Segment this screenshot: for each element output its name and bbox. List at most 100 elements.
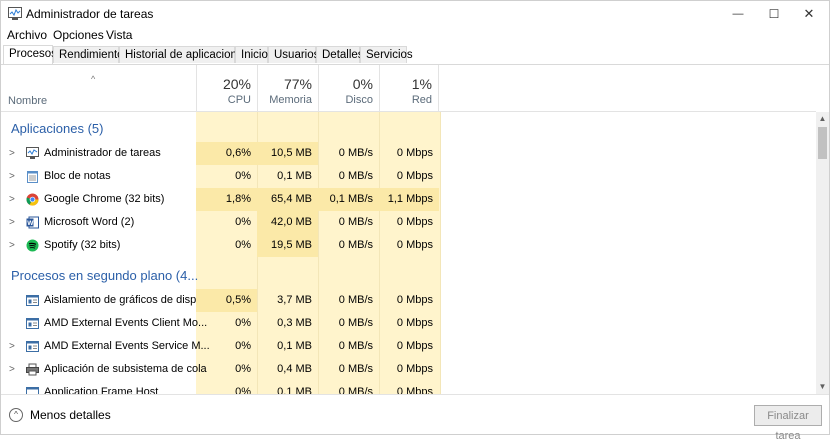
notepad-icon (27, 171, 38, 183)
disk-cell: 0 MB/s (338, 317, 373, 329)
process-list: Aplicaciones (5) > Administrador de tare… (1, 112, 816, 394)
tab-detalles[interactable]: Detalles (316, 46, 364, 63)
menu-vista[interactable]: Vista (106, 28, 132, 42)
disk-cell: 0,1 MB/s (318, 188, 379, 211)
task-manager-icon (8, 7, 22, 20)
system-process-icon (26, 318, 39, 329)
disk-cell: 0 MB/s (338, 294, 373, 306)
network-cell: 0 Mbps (396, 239, 433, 251)
printer-icon (26, 363, 39, 376)
network-cell: 0 Mbps (396, 363, 433, 375)
process-name: Administrador de tareas (44, 147, 161, 159)
end-task-button[interactable]: Finalizar tarea (754, 405, 822, 442)
table-row[interactable]: > Administrador de tareas 0,6% 10,5 MB 0… (1, 142, 816, 165)
table-row[interactable]: > Aplicación de subsistema de cola 0% 0,… (1, 358, 816, 381)
cpu-cell: 0% (235, 216, 251, 228)
header-name[interactable]: Nombre (8, 95, 47, 107)
maximize-icon: ☐ (768, 7, 780, 21)
network-cell: 0 Mbps (396, 294, 433, 306)
network-percent: 1% (411, 76, 432, 92)
title-bar[interactable]: Administrador de tareas — ☐ ✕ (1, 1, 829, 27)
network-cell: 0 Mbps (396, 216, 433, 228)
process-name: Application Frame Host (44, 386, 159, 394)
process-name: AMD External Events Client Mo... (44, 317, 208, 329)
process-name: Microsoft Word (2) (44, 216, 135, 228)
disk-cell: 0 MB/s (338, 239, 373, 251)
tab-procesos[interactable]: Procesos (3, 45, 57, 64)
disk-cell: 0 MB/s (338, 340, 373, 352)
cpu-cell: 0% (235, 340, 251, 352)
table-row[interactable]: > AMD External Events Service M... 0% 0,… (1, 335, 816, 358)
cpu-cell: 0,6% (196, 142, 257, 165)
menu-archivo[interactable]: Archivo (7, 28, 47, 42)
process-name: Google Chrome (32 bits) (44, 193, 165, 205)
table-row[interactable]: Aislamiento de gráficos de disp... 0,5% … (1, 289, 816, 312)
system-process-icon (26, 341, 39, 352)
memory-cell: 0,4 MB (277, 363, 312, 375)
scroll-up-icon[interactable]: ▲ (816, 112, 829, 126)
network-cell: 1,1 Mbps (379, 188, 439, 211)
tab-inicio[interactable]: Inicio (235, 46, 268, 63)
cpu-cell: 0% (235, 170, 251, 182)
chevron-up-icon[interactable]: ^ (9, 408, 23, 422)
disk-cell: 0 MB/s (338, 216, 373, 228)
chrome-icon (26, 193, 39, 206)
group-background-header[interactable]: Procesos en segundo plano (4... (11, 268, 198, 283)
memory-cell: 0,1 MB (277, 340, 312, 352)
cpu-cell: 0% (235, 386, 251, 394)
header-network[interactable]: 1% Red (379, 65, 439, 111)
memory-cell: 10,5 MB (257, 142, 318, 165)
cpu-cell: 0% (235, 239, 251, 251)
memory-cell: 19,5 MB (257, 234, 318, 257)
header-memory[interactable]: 77% Memoria (257, 65, 318, 111)
network-cell: 0 Mbps (396, 340, 433, 352)
expand-icon[interactable]: > (9, 188, 15, 211)
scroll-thumb[interactable] (818, 127, 827, 159)
disk-label: Disco (345, 94, 373, 106)
close-button[interactable]: ✕ (786, 1, 830, 27)
tab-servicios[interactable]: Servicios (360, 46, 413, 63)
expand-icon[interactable]: > (9, 234, 15, 257)
svg-text:W: W (27, 220, 34, 227)
tab-historial[interactable]: Historial de aplicaciones (119, 46, 249, 63)
header-disk[interactable]: 0% Disco (318, 65, 379, 111)
expand-icon[interactable]: > (9, 358, 15, 381)
table-row[interactable]: AMD External Events Client Mo... 0% 0,3 … (1, 312, 816, 335)
process-name: Aplicación de subsistema de cola (44, 363, 207, 375)
scroll-down-icon[interactable]: ▼ (816, 380, 829, 394)
minimize-icon: — (732, 8, 744, 20)
taskmgr-icon (26, 147, 39, 159)
tab-usuarios[interactable]: Usuarios (268, 46, 319, 63)
word-icon: W (26, 216, 39, 229)
memory-cell: 0,1 MB (277, 386, 312, 394)
vertical-scrollbar[interactable]: ▲ ▼ (816, 112, 829, 394)
memory-cell: 0,3 MB (277, 317, 312, 329)
group-apps-header[interactable]: Aplicaciones (5) (11, 121, 104, 136)
table-row[interactable]: > Google Chrome (32 bits) 1,8% 65,4 MB 0… (1, 188, 816, 211)
cpu-cell: 0,5% (196, 289, 257, 312)
table-row[interactable]: > W Microsoft Word (2) 0% 42,0 MB 0 MB/s… (1, 211, 816, 234)
network-label: Red (411, 94, 432, 106)
expand-icon[interactable]: > (9, 142, 15, 165)
tab-rendimiento[interactable]: Rendimiento (53, 46, 124, 63)
less-details-link[interactable]: Menos detalles (30, 408, 111, 422)
memory-label: Memoria (269, 94, 312, 106)
cpu-cell: 1,8% (196, 188, 257, 211)
table-row[interactable]: Application Frame Host 0% 0,1 MB 0 MB/s … (1, 381, 816, 394)
memory-percent: 77% (283, 76, 312, 92)
network-cell: 0 Mbps (396, 386, 433, 394)
disk-cell: 0 MB/s (338, 147, 373, 159)
network-cell: 0 Mbps (396, 170, 433, 182)
table-row[interactable]: > Spotify (32 bits) 0% 19,5 MB 0 MB/s 0 … (1, 234, 816, 257)
expand-icon[interactable]: > (9, 211, 15, 234)
system-process-icon (26, 295, 39, 306)
process-name: Spotify (32 bits) (44, 239, 121, 251)
disk-cell: 0 MB/s (338, 170, 373, 182)
menu-opciones[interactable]: Opciones (53, 28, 104, 42)
expand-icon[interactable]: > (9, 335, 15, 358)
cpu-cell: 0% (235, 363, 251, 375)
header-cpu[interactable]: 20% CPU (196, 65, 257, 111)
process-name: AMD External Events Service M... (44, 340, 210, 352)
expand-icon[interactable]: > (9, 165, 15, 188)
table-row[interactable]: > Bloc de notas 0% 0,1 MB 0 MB/s 0 Mbps (1, 165, 816, 188)
